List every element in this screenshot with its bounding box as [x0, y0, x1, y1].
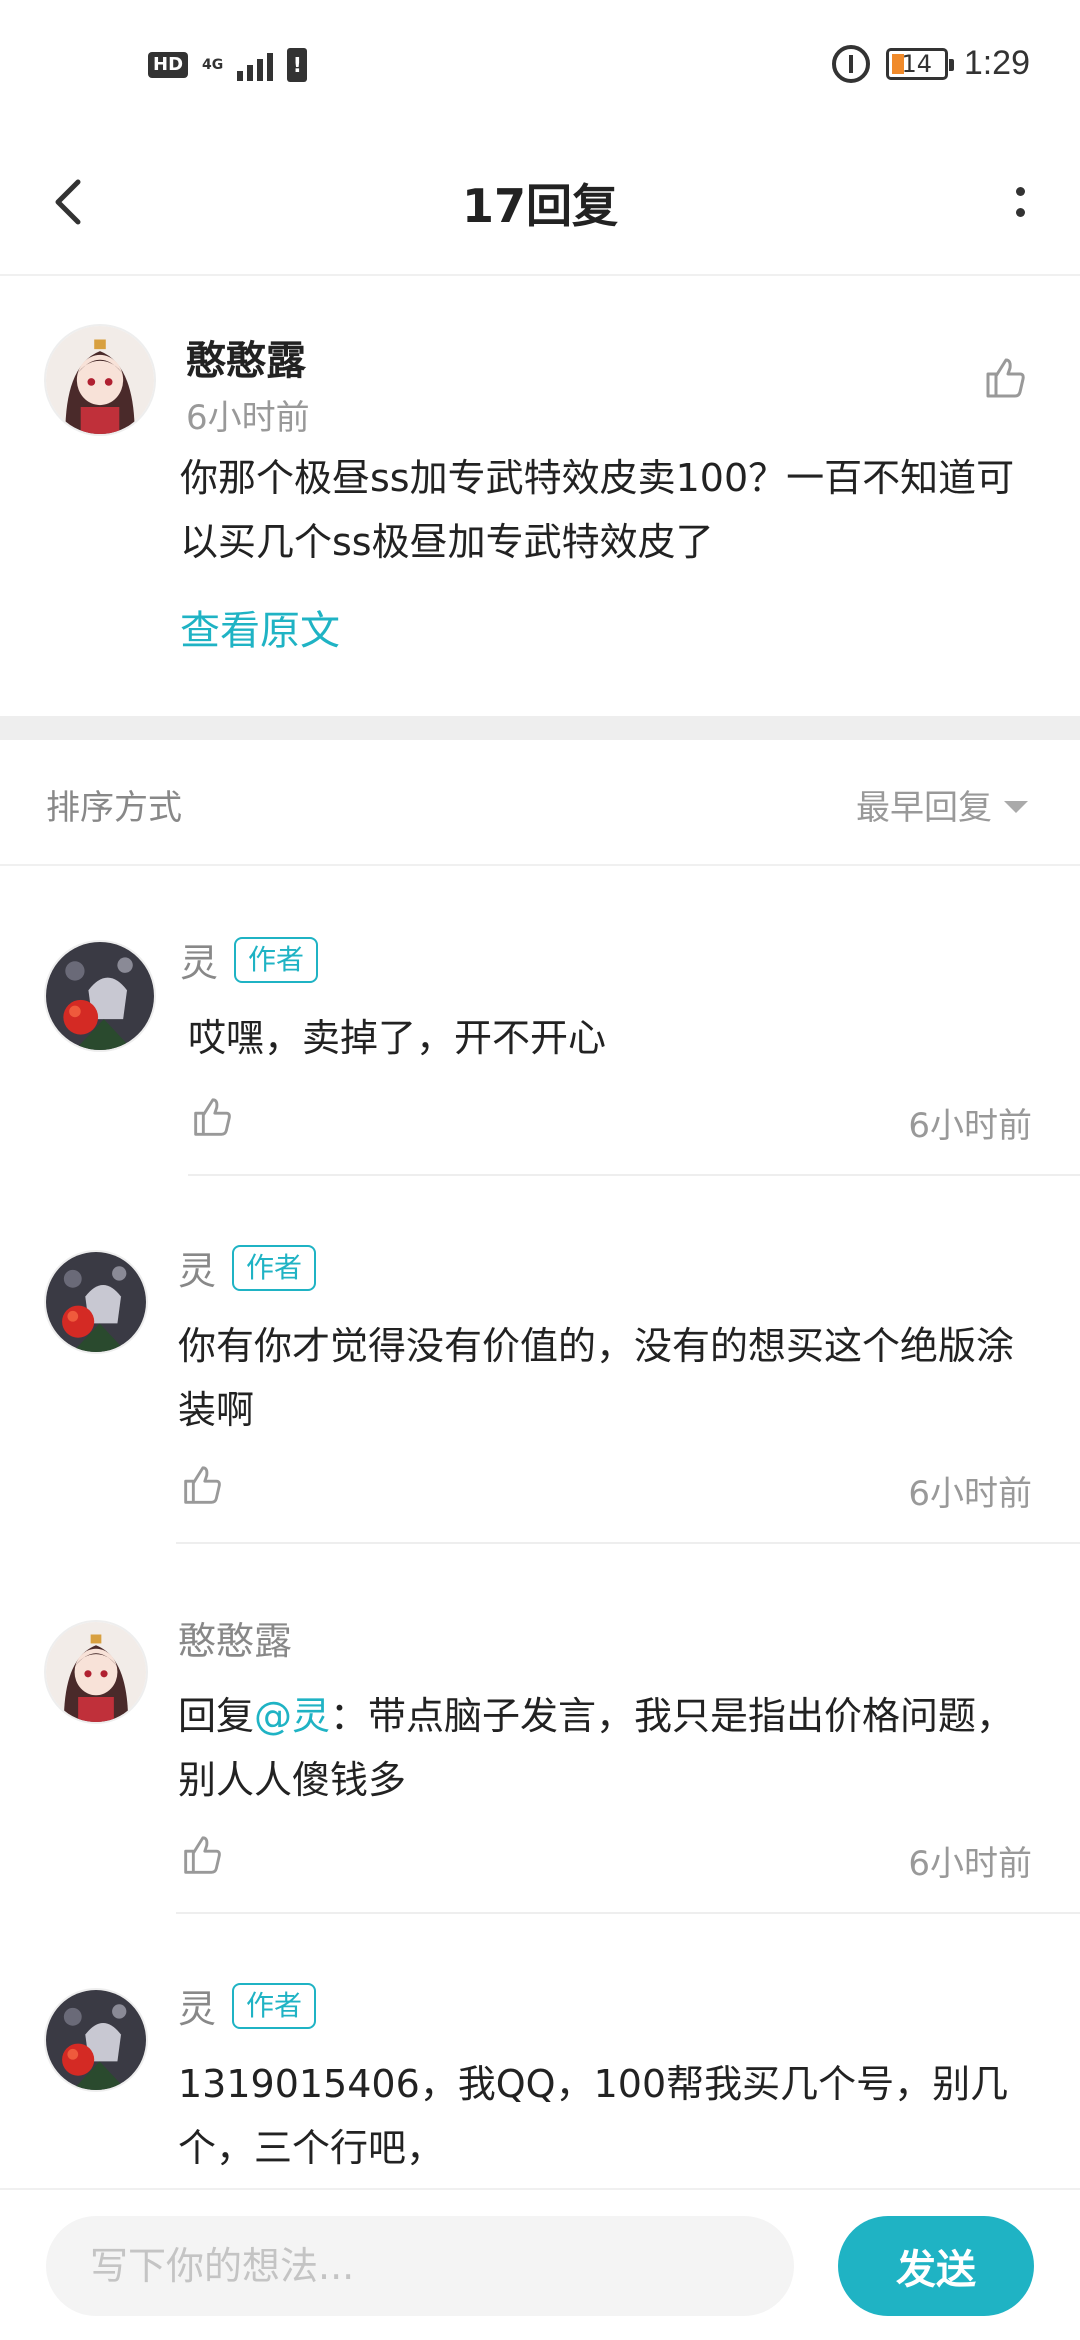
reply-item: 灵 作者 你有你才觉得没有价值的，没有的想买这个绝版涂装啊 6小时前 [0, 1234, 1080, 1554]
reply-prefix: 回复 [178, 1694, 255, 1738]
author-badge: 作者 [232, 1982, 317, 2029]
mention-link[interactable]: @灵 [254, 1694, 330, 1738]
reply-time: 6小时前 [908, 1844, 1032, 1884]
reply-divider [176, 1912, 1080, 1914]
avatar[interactable] [44, 1988, 148, 2092]
reply-text: 你有你才觉得没有价值的，没有的想买这个绝版涂装啊 [178, 1324, 1015, 1432]
sort-value: 最早回复 [856, 788, 992, 828]
reply-time: 6小时前 [908, 1106, 1032, 1146]
reply-author[interactable]: 灵 [180, 932, 218, 987]
reply-item: 灵 作者 哎嘿，卖掉了，开不开心 6小时前 [0, 920, 1080, 1180]
reply-text: 1319015406，我QQ，100帮我买几个号，别几个，三个行吧， [178, 2062, 1009, 2170]
reply-divider [188, 1174, 1080, 1176]
network-type-icon: 4G [202, 57, 224, 73]
thumbs-up-icon [184, 1836, 221, 1874]
view-original-link[interactable]: 查看原文 [180, 598, 340, 656]
clock: 1:29 [963, 44, 1030, 82]
avatar[interactable] [44, 940, 156, 1052]
avatar[interactable] [44, 1620, 148, 1724]
status-right-icons: 14 1:29 [831, 44, 1030, 83]
send-button[interactable]: 发送 [838, 2216, 1034, 2316]
anime-character-avatar-icon [46, 1252, 146, 1352]
comment-time: 6小时前 [186, 398, 310, 438]
signal-icon [237, 49, 274, 81]
thumbs-up-icon [194, 1098, 231, 1136]
reply-author[interactable]: 灵 [178, 1978, 216, 2033]
anime-girl-avatar-icon [46, 326, 154, 434]
alert-icon: ! [287, 48, 308, 82]
comment-input[interactable] [46, 2216, 794, 2316]
like-button[interactable] [178, 1462, 224, 1508]
more-options-button[interactable] [990, 170, 1050, 234]
reply-time: 6小时前 [908, 1474, 1032, 1514]
author-badge: 作者 [232, 1244, 317, 1291]
original-comment: 憨憨露 6小时前 你那个极昼ss加专武特效皮卖100？一百不知道可以买几个ss极… [0, 278, 1080, 716]
comment-text: 你那个极昼ss加专武特效皮卖100？一百不知道可以买几个ss极昼加专武特效皮了 [180, 456, 1015, 564]
reply-text: 回复@灵：带点脑子发言，我只是指出价格问题，别人人傻钱多 [178, 1684, 1038, 1812]
avatar[interactable] [44, 1250, 148, 1354]
sort-bar: 排序方式 最早回复 [0, 740, 1080, 866]
hd-icon: HD [148, 52, 189, 78]
author-badge: 作者 [234, 936, 319, 983]
like-button[interactable] [178, 1832, 224, 1878]
data-sync-icon [831, 44, 870, 83]
comment-composer: 发送 [0, 2188, 1080, 2340]
reply-author[interactable]: 灵 [178, 1240, 216, 1295]
reply-divider [176, 1542, 1080, 1544]
sort-label: 排序方式 [46, 788, 182, 828]
status-bar: HD 4G ! 14 1:29 [0, 0, 1080, 130]
thumbs-up-icon [986, 358, 1025, 398]
reply-item: 憨憨露 回复@灵：带点脑子发言，我只是指出价格问题，别人人傻钱多 6小时前 [0, 1604, 1080, 1924]
sort-dropdown[interactable]: 最早回复 [856, 780, 1028, 829]
status-left-icons: HD 4G ! [148, 48, 308, 82]
page-title: 17回复 [461, 179, 618, 233]
reply-item: 灵 作者 1319015406，我QQ，100帮我买几个号，别几个，三个行吧， [0, 1972, 1080, 2188]
thumbs-up-icon [184, 1466, 221, 1504]
header: 17回复 [0, 130, 1080, 276]
comment-author[interactable]: 憨憨露 [186, 328, 306, 386]
caret-down-icon [1004, 800, 1028, 813]
reply-author[interactable]: 憨憨露 [178, 1610, 292, 1665]
avatar[interactable] [44, 324, 156, 436]
battery-level: 14 [901, 49, 933, 78]
more-dots-icon [1015, 187, 1025, 196]
like-button[interactable] [188, 1094, 234, 1140]
anime-girl-avatar-icon [46, 1622, 146, 1722]
anime-character-avatar-icon [46, 1990, 146, 2090]
battery-icon: 14 [885, 47, 954, 80]
like-button[interactable] [980, 354, 1028, 402]
reply-text: 哎嘿，卖掉了，开不开心 [188, 1016, 607, 1060]
section-divider [0, 716, 1080, 740]
anime-character-avatar-icon [46, 942, 154, 1050]
